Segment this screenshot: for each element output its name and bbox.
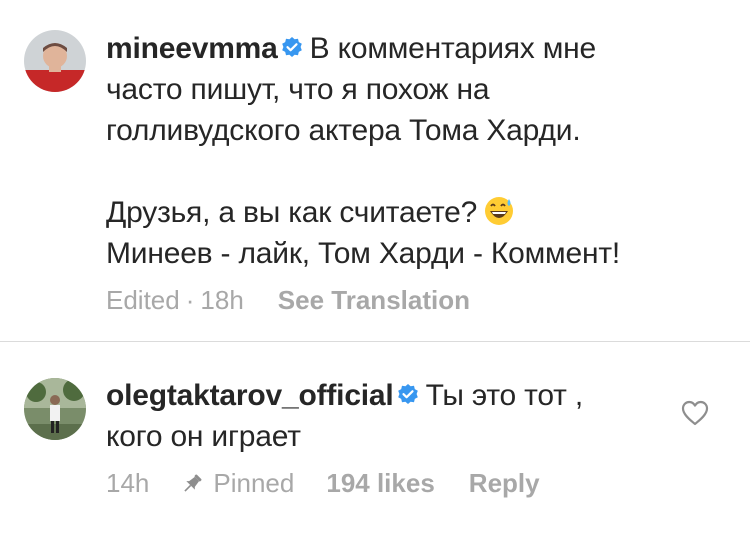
pinned-label: Pinned [213,468,295,498]
caption-meta: Edited · 18h See Translation [106,285,470,316]
avatar-olegtaktarov[interactable] [24,378,86,440]
comment-line-2: кого он играет [106,420,301,453]
caption-line-2: часто пишут, что я похож на [106,73,490,106]
verified-badge-icon [397,384,418,404]
comment-time: 14h [106,468,150,498]
comment-line-1: Ты это тот , [425,379,584,412]
verified-badge-icon [281,37,302,57]
edited-label: Edited [106,285,180,315]
meta-separator: · [185,285,195,315]
heart-outline-icon[interactable] [680,399,710,427]
caption-line-5: Минеев - лайк, Том Харди - Коммент! [106,237,621,270]
reply-button[interactable]: Reply [469,468,540,499]
grinning-face-with-sweat-emoji [485,197,514,225]
pin-icon [184,474,202,492]
comment-text: olegtaktarov_official Ты это тот , кого о… [106,375,646,457]
comment-meta: 14h Pinned 194 likes Reply [106,468,540,499]
comment-item: olegtaktarov_official Ты это тот , кого о… [0,342,750,539]
caption-line-1: В комментариях мне [309,32,597,65]
caption-line-3: голливудского актера Тома Харди. [106,114,581,147]
post-caption: mineevmma В комментариях мне часто пишут,… [0,0,750,341]
avatar-mineevmma[interactable] [24,30,86,92]
see-translation-button[interactable]: See Translation [278,285,470,316]
caption-time: 18h [200,285,244,315]
comment-username[interactable]: olegtaktarov_official [106,379,394,412]
caption-username[interactable]: mineevmma [106,32,278,65]
instagram-comments-view: mineevmma В комментариях мне часто пишут,… [0,0,750,539]
caption-text: mineevmma В комментариях мне часто пишут,… [106,28,696,274]
likes-count-button[interactable]: 194 likes [326,468,434,499]
caption-line-4: Друзья, а вы как считаете? [106,196,478,229]
